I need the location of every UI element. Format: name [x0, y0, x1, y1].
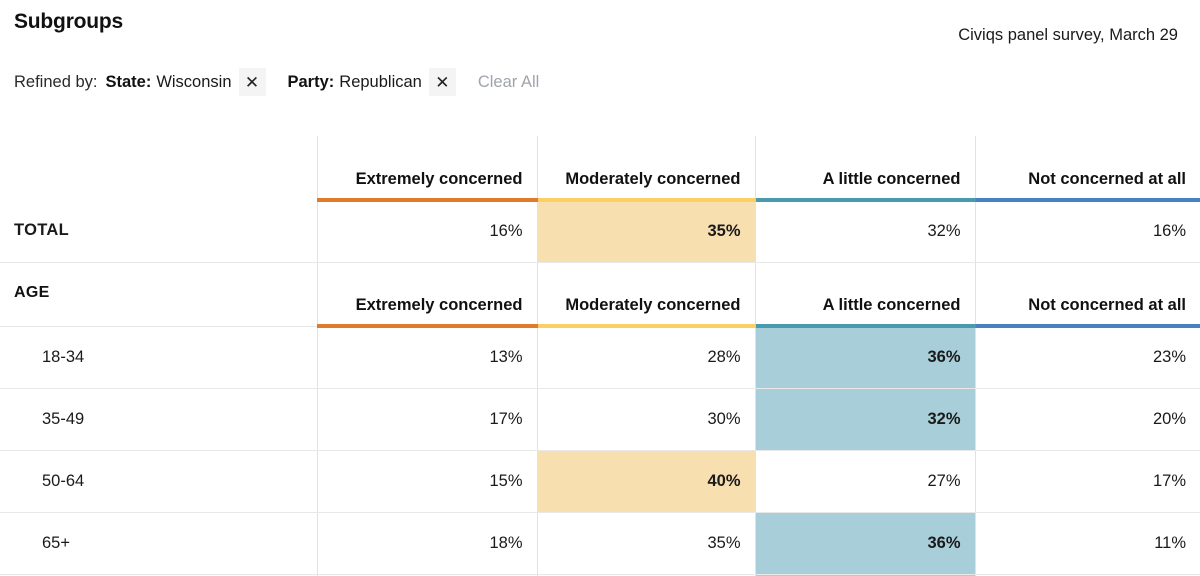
- column-header-not-concerned-at-all: Not concerned at all: [974, 136, 1200, 202]
- cell-total-extremely: 16%: [316, 200, 537, 263]
- cell-35-49-a-little: 32%: [754, 388, 975, 451]
- cell-18-34-a-little: 36%: [754, 326, 975, 389]
- row-label-50-64: 50-64: [0, 450, 317, 513]
- cell-18-34-extremely: 13%: [316, 326, 537, 389]
- cell-65-plus-extremely: 18%: [316, 512, 537, 575]
- column-header-extremely-concerned: Extremely concerned: [316, 136, 537, 202]
- close-icon[interactable]: ✕: [238, 68, 266, 96]
- filter-chip-party-key: Party:: [287, 72, 335, 91]
- cell-65-plus-a-little: 36%: [754, 512, 975, 575]
- cell-65-plus-not-concerned: 11%: [974, 512, 1200, 575]
- cell-total-not-concerned: 16%: [974, 200, 1200, 263]
- row-label-35-49: 35-49: [0, 388, 317, 451]
- refined-by-label: Refined by:: [14, 72, 98, 91]
- table-row: 35-49 17% 30% 32% 20%: [0, 388, 1200, 451]
- table-row: 18-34 13% 28% 36% 23%: [0, 326, 1200, 389]
- subgroups-table: Extremely concerned Moderately concerned…: [0, 136, 1200, 576]
- column-header-extremely-concerned: Extremely concerned: [316, 262, 537, 328]
- column-header-not-concerned-at-all: Not concerned at all: [974, 262, 1200, 328]
- cell-18-34-not-concerned: 23%: [974, 326, 1200, 389]
- column-header-moderately-concerned: Moderately concerned: [536, 136, 755, 202]
- clear-all-button[interactable]: Clear All: [478, 73, 539, 92]
- refine-bar: Refined by: State: Wisconsin ✕ Party: Re…: [0, 60, 1200, 104]
- table-header-row: Extremely concerned Moderately concerned…: [0, 136, 1200, 202]
- table-row: 65+ 18% 35% 36% 11%: [0, 512, 1200, 575]
- filter-chip-party-value: Republican: [339, 72, 422, 91]
- cell-total-a-little: 32%: [754, 200, 975, 263]
- filter-chip-state-key: State:: [105, 72, 152, 91]
- cell-65-plus-moderately: 35%: [536, 512, 755, 575]
- cell-35-49-not-concerned: 20%: [974, 388, 1200, 451]
- subgroups-page: Subgroups Civiqs panel survey, March 29 …: [0, 0, 1200, 576]
- row-label-65-plus: 65+: [0, 512, 317, 575]
- column-header-a-little-concerned: A little concerned: [754, 136, 975, 202]
- cell-50-64-a-little: 27%: [754, 450, 975, 513]
- cell-total-moderately: 35%: [536, 200, 755, 263]
- section-label-age: AGE: [0, 262, 317, 327]
- column-header-moderately-concerned: Moderately concerned: [536, 262, 755, 328]
- cell-35-49-extremely: 17%: [316, 388, 537, 451]
- section-header-row-age: AGE Extremely concerned Moderately conce…: [0, 262, 1200, 328]
- page-header: Subgroups Civiqs panel survey, March 29: [0, 0, 1200, 60]
- filter-chip-party: Party: Republican ✕: [288, 68, 456, 96]
- table-row: 50-64 15% 40% 27% 17%: [0, 450, 1200, 513]
- cell-18-34-moderately: 28%: [536, 326, 755, 389]
- close-icon[interactable]: ✕: [428, 68, 456, 96]
- row-label-18-34: 18-34: [0, 326, 317, 389]
- survey-source-label: Civiqs panel survey, March 29: [958, 26, 1178, 44]
- cell-50-64-moderately: 40%: [536, 450, 755, 513]
- subgroups-table-container: Extremely concerned Moderately concerned…: [0, 136, 1200, 576]
- row-label-total: TOTAL: [0, 200, 317, 263]
- filter-chip-state-value: Wisconsin: [156, 72, 232, 91]
- column-header-a-little-concerned: A little concerned: [754, 262, 975, 328]
- cell-35-49-moderately: 30%: [536, 388, 755, 451]
- filter-chip-state: State: Wisconsin ✕: [105, 68, 266, 96]
- header-blank-cell: [0, 136, 317, 200]
- cell-50-64-extremely: 15%: [316, 450, 537, 513]
- cell-50-64-not-concerned: 17%: [974, 450, 1200, 513]
- table-row: TOTAL 16% 35% 32% 16%: [0, 200, 1200, 263]
